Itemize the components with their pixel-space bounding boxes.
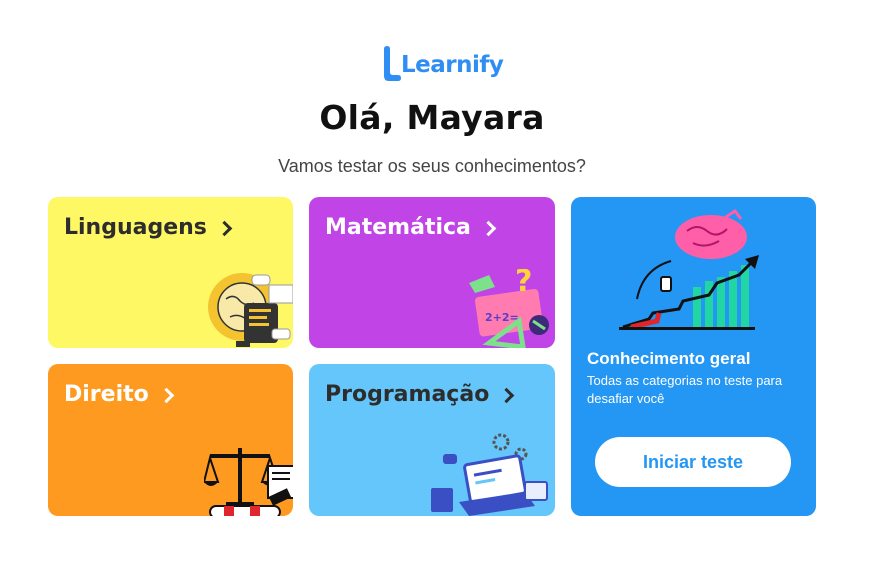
chevron-right-icon xyxy=(499,387,515,404)
general-title: Conhecimento geral xyxy=(587,349,751,368)
category-card-programacao[interactable]: Programação xyxy=(309,364,555,516)
subtitle: Vamos testar os seus conhecimentos? xyxy=(278,156,586,176)
category-label: Matemática xyxy=(325,215,471,240)
learnify-logo: Learnify xyxy=(380,46,504,84)
general-description: Todas as categorias no teste para desafi… xyxy=(587,373,783,406)
chevron-right-icon xyxy=(158,387,175,404)
category-card-direito[interactable]: Direito xyxy=(48,364,293,516)
category-title: Programação xyxy=(325,382,515,407)
math-shapes-icon: 2+2= ? xyxy=(469,269,549,348)
start-test-button[interactable]: Iniciar teste xyxy=(595,437,791,487)
svg-text:?: ? xyxy=(515,269,532,299)
logo-text: Learnify xyxy=(401,52,504,78)
category-title: Matemática xyxy=(325,215,497,240)
globe-books-icon xyxy=(208,273,293,347)
category-label: Programação xyxy=(325,382,490,407)
justice-scale-icon xyxy=(204,448,293,516)
category-label: Linguagens xyxy=(64,215,207,240)
category-card-linguagens[interactable]: Linguagens xyxy=(48,197,293,348)
category-title: Direito xyxy=(64,382,175,407)
category-label: Direito xyxy=(64,382,149,407)
category-card-matematica[interactable]: Matemática 2+2= ? xyxy=(309,197,555,348)
chevron-right-icon xyxy=(480,220,497,237)
category-title: Linguagens xyxy=(64,215,233,240)
brain-growth-chart-icon xyxy=(619,209,759,330)
greeting-title: Olá, Mayara xyxy=(319,98,545,137)
laptop-code-icon xyxy=(431,433,548,516)
general-knowledge-card: Conhecimento geral Todas as categorias n… xyxy=(571,197,816,516)
chevron-right-icon xyxy=(216,220,233,237)
